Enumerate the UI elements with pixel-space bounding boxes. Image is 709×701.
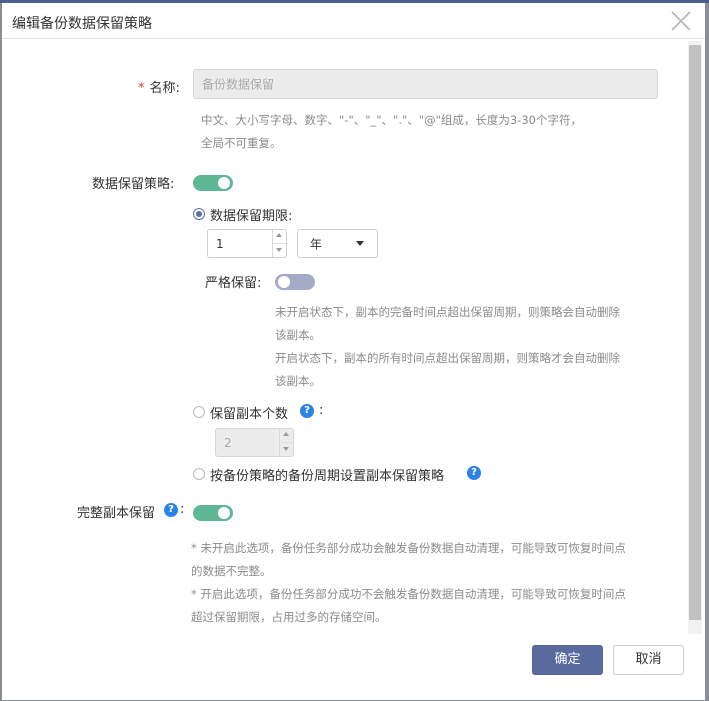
edit-retention-policy-dialog: 编辑备份数据保留策略 * 名称: 备份数据保留 中文、大小写字母、数字、"-"、"… [2, 3, 705, 700]
full-copy-help-line: 超过保留期限，占用过多的存储空间。 [191, 610, 387, 624]
period-label: 数据保留期限: [210, 209, 293, 224]
strict-help-line: 该副本。 [275, 374, 321, 388]
name-input[interactable]: 备份数据保留 [193, 69, 658, 99]
copy-count-value: 2 [224, 435, 232, 450]
period-unit-select[interactable]: 年 [297, 229, 378, 258]
retention-policy-toggle[interactable] [193, 175, 233, 191]
copy-count-stepper[interactable]: 2 [215, 428, 294, 457]
name-input-value: 备份数据保留 [202, 77, 275, 92]
stepper-up-icon[interactable] [273, 230, 286, 244]
full-copy-toggle[interactable] [193, 505, 233, 521]
full-copy-label: 完整副本保留 [77, 506, 156, 521]
period-amount-value: 1 [216, 236, 224, 251]
confirm-button[interactable]: 确定 [532, 645, 603, 675]
backup-cycle-radio[interactable] [193, 468, 205, 480]
strict-help-line: 开启状态下，副本的所有时间点超出保留周期，则策略才会自动删除 [275, 351, 620, 365]
name-help-line: 中文、大小写字母、数字、"-"、"_"、"."、"@"组成，长度为3-30个字符… [201, 113, 582, 127]
strict-retention-label: 严格保留: [205, 276, 262, 291]
full-copy-help-line: * 开启此选项，备份任务部分成功不会触发备份数据自动清理，可能导致可恢复时间点 [191, 587, 626, 601]
stepper-up-icon[interactable] [280, 429, 293, 443]
retention-policy-label: 数据保留策略: [92, 177, 175, 192]
toggle-knob [218, 177, 230, 189]
name-help-text: 中文、大小写字母、数字、"-"、"_"、"."、"@"组成，长度为3-30个字符… [201, 109, 582, 155]
stepper-down-icon[interactable] [280, 443, 293, 457]
strict-help-line: 未开启状态下，副本的完备时间点超出保留周期，则策略会自动删除 [275, 305, 620, 319]
full-copy-help-icon[interactable]: ? [164, 503, 178, 517]
toggle-knob [278, 276, 290, 288]
period-amount-stepper[interactable]: 1 [207, 229, 287, 258]
dialog-header: 编辑备份数据保留策略 [2, 3, 705, 39]
period-unit-value: 年 [310, 237, 323, 251]
copy-count-help-icon[interactable]: ? [300, 404, 314, 418]
period-radio[interactable] [193, 208, 205, 220]
backup-cycle-help-icon[interactable]: ? [467, 466, 481, 480]
strict-retention-toggle[interactable] [275, 274, 315, 290]
dialog-title: 编辑备份数据保留策略 [12, 16, 152, 32]
toggle-knob [218, 507, 230, 519]
stepper-buttons [272, 230, 286, 257]
stepper-down-icon[interactable] [273, 244, 286, 258]
full-copy-help: * 未开启此选项，备份任务部分成功会触发备份数据自动清理，可能导致可恢复时间点 … [191, 537, 626, 629]
cancel-button[interactable]: 取消 [613, 645, 684, 675]
copy-count-label: 保留副本个数 [210, 407, 289, 422]
close-icon[interactable] [669, 9, 693, 33]
name-label: * 名称: [138, 77, 180, 96]
content-scrollbar[interactable] [688, 41, 702, 634]
name-label-text: 名称: [149, 81, 180, 96]
backup-cycle-label: 按备份策略的备份周期设置副本保留策略 [210, 469, 445, 484]
full-copy-help-line: * 未开启此选项，备份任务部分成功会触发备份数据自动清理，可能导致可恢复时间点 [191, 541, 626, 555]
full-copy-colon: : [180, 502, 185, 517]
strict-help-line: 该副本。 [275, 328, 321, 342]
copy-count-colon: : [319, 403, 324, 418]
scrollbar-thumb[interactable] [689, 45, 701, 620]
full-copy-help-line: 的数据不完整。 [191, 564, 272, 578]
stepper-buttons [279, 429, 293, 456]
chevron-down-icon [356, 241, 364, 246]
strict-retention-help: 未开启状态下，副本的完备时间点超出保留周期，则策略会自动删除 该副本。 开启状态… [275, 301, 620, 393]
copy-count-radio[interactable] [193, 406, 205, 418]
required-mark: * [138, 81, 145, 96]
name-help-line: 全局不可重复。 [201, 136, 282, 150]
